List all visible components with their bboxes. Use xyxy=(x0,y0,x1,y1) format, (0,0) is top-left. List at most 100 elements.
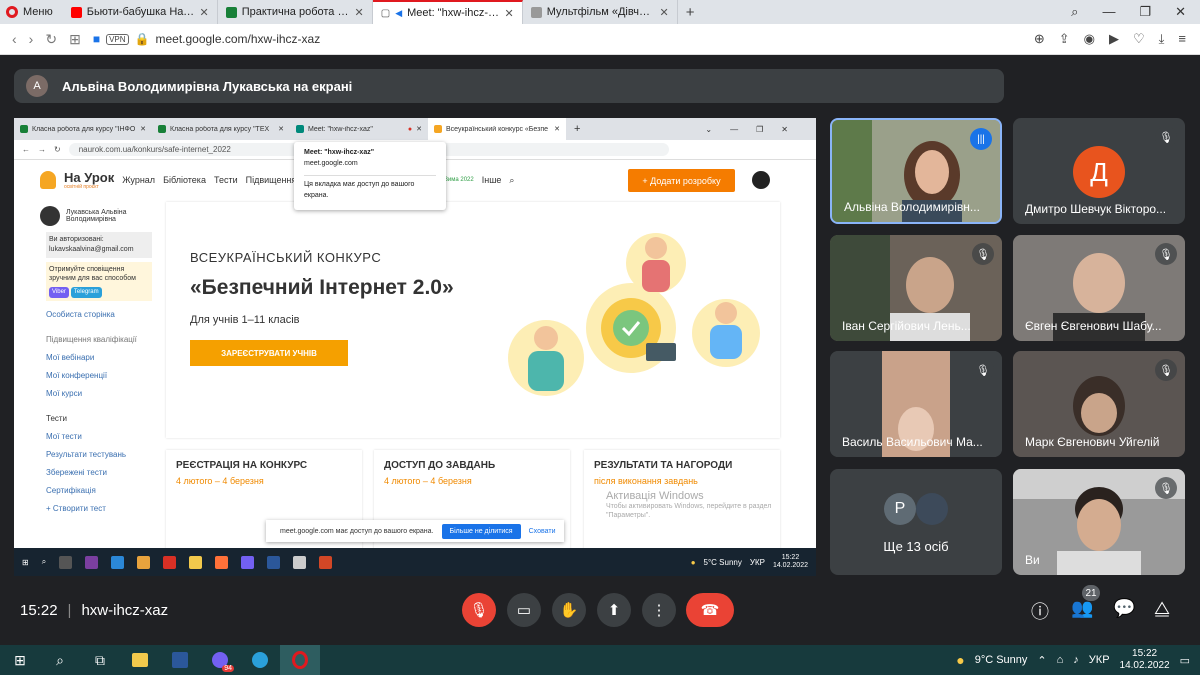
chrome-icon xyxy=(137,555,151,569)
window-controls: ⌕ — ❐ ✕ xyxy=(1071,4,1200,20)
presenter-avatar: А xyxy=(26,75,48,97)
people-icon[interactable]: 👥 xyxy=(1071,598,1093,619)
volume-icon[interactable]: ♪ xyxy=(1073,654,1079,666)
tab-title: Мультфільм «Дівчата з Ек xyxy=(546,6,655,18)
classroom-icon xyxy=(158,125,166,133)
firefox-icon xyxy=(215,555,229,569)
new-tab-icon: + xyxy=(574,123,581,135)
close-icon[interactable]: ✕ xyxy=(660,6,669,19)
opera-logo-icon xyxy=(6,6,18,18)
taskbar-app[interactable] xyxy=(160,645,200,675)
close-icon[interactable]: ✕ xyxy=(200,6,209,19)
grid-icon[interactable]: ⊞ xyxy=(69,31,81,48)
browser-tab-active[interactable]: ▢ ◀ Meet: "hxw-ihcz-xaz" ✕ xyxy=(372,0,523,24)
participant-tile[interactable]: 🎙 Євген Євгенович Шабу... xyxy=(1013,235,1185,341)
hover-card-domain: meet.google.com xyxy=(304,159,358,167)
present-button[interactable]: ⬆ xyxy=(597,593,631,627)
close-icon[interactable]: ✕ xyxy=(505,7,514,20)
shared-tab-bar: Класна робота для курсу "ІНФО ✕ Класна ро… xyxy=(14,118,816,140)
activities-icon[interactable]: ⧋ xyxy=(1154,598,1170,619)
notification-icon[interactable]: ▭ xyxy=(1180,654,1190,667)
participant-name: Дмитро Шевчук Вікторо... xyxy=(1025,202,1167,216)
shared-tab: Всеукраїнський конкурс «Безпе ✕ xyxy=(428,118,566,140)
opera-icon xyxy=(292,651,308,669)
participant-count-badge: 21 xyxy=(1082,585,1100,601)
forward-icon: → xyxy=(38,145,46,154)
vpn-badge[interactable]: VPN xyxy=(106,33,129,45)
nav-link: Тести xyxy=(213,175,238,185)
info-icon[interactable]: ⓘ xyxy=(1031,598,1049,624)
courses-link: Мої курси xyxy=(46,388,83,398)
browser-tab[interactable]: Мультфільм «Дівчата з Ек ✕ xyxy=(523,0,678,24)
participant-tile[interactable]: ||| Альвіна Володимирівн... xyxy=(830,118,1002,224)
participant-tile[interactable]: 🎙 Іван Сергійович Лень... xyxy=(830,235,1002,341)
camera-toggle-button[interactable]: ▭ xyxy=(507,593,541,627)
powerpoint-icon xyxy=(319,555,333,569)
taskbar-app[interactable] xyxy=(240,645,280,675)
zoom-icon[interactable]: ⊕ xyxy=(1034,31,1045,47)
shared-tray: ● 5°C Sunny УКР 15:22 14.02.2022 xyxy=(691,554,816,571)
hide-notice-button: Сховати xyxy=(528,527,556,535)
browser-tab[interactable]: Практична робота №4 ✕ xyxy=(218,0,373,24)
weather-text[interactable]: 9°C Sunny xyxy=(975,654,1028,666)
opera-menu-button[interactable]: Меню xyxy=(0,0,63,24)
chat-icon[interactable]: 💬 xyxy=(1113,598,1135,619)
clock[interactable]: 15:22 14.02.2022 xyxy=(1120,648,1170,672)
language-indicator[interactable]: УКР xyxy=(1089,654,1110,666)
extension-icon[interactable]: ▶ xyxy=(1109,31,1119,47)
share-icon[interactable]: ⇪ xyxy=(1059,31,1070,47)
user-name: Лукавська Альвіна Володимирівна xyxy=(66,209,127,223)
chevron-up-icon[interactable]: ⌃ xyxy=(1037,654,1046,667)
taskbar-app[interactable] xyxy=(120,645,160,675)
self-tile[interactable]: 🎙 Ви xyxy=(1013,469,1185,575)
folder-icon xyxy=(132,653,148,667)
app-icon xyxy=(85,555,99,569)
network-icon[interactable]: ⌂ xyxy=(1057,654,1064,666)
taskbar-app[interactable]: 94 xyxy=(200,645,240,675)
create-test-link: + Створити тест xyxy=(46,503,106,513)
leave-call-button[interactable]: ☎ xyxy=(686,593,734,627)
heart-icon[interactable]: ♡ xyxy=(1133,31,1145,47)
viber-badge: 94 xyxy=(222,665,234,672)
participant-avatar-photo xyxy=(916,493,948,525)
windows-start-icon[interactable]: ⊞ xyxy=(0,645,40,675)
menu-label: Меню xyxy=(23,6,53,18)
hand-icon: ✋ xyxy=(559,602,579,619)
reload-icon[interactable]: ↻ xyxy=(45,31,57,48)
participant-name: Іван Сергійович Лень... xyxy=(842,319,971,333)
stop-sharing-button: Більше не ділитися xyxy=(441,523,521,539)
menu-icon[interactable]: ≡ xyxy=(1178,31,1186,47)
nav-winter: Зима 2022 xyxy=(444,177,474,183)
url-field[interactable]: ■ VPN 🔒 meet.google.com/hxw-ihcz-xaz xyxy=(93,32,320,46)
browser-tab[interactable]: Бьюти-бабушка Наталья ✕ xyxy=(63,0,218,24)
participant-tile[interactable]: 🎙 Марк Євгенович Уйгелій xyxy=(1013,351,1185,457)
system-tray: ● 9°C Sunny ⌃ ⌂ ♪ УКР 15:22 14.02.2022 ▭ xyxy=(956,648,1200,672)
card-title: РЕЄСТРАЦІЯ НА КОНКУРС xyxy=(176,460,308,471)
tab-group-icon: ▢ xyxy=(380,7,391,19)
minimize-icon[interactable]: — xyxy=(1102,4,1115,20)
taskbar-app[interactable] xyxy=(280,645,320,675)
nav-link: Журнал xyxy=(122,175,156,185)
search-icon[interactable]: ⌕ xyxy=(40,645,80,675)
back-icon[interactable]: ‹ xyxy=(12,31,17,47)
raise-hand-button[interactable]: ✋ xyxy=(552,593,586,627)
forward-icon[interactable]: › xyxy=(29,31,34,47)
tab-title: Практична робота №4 xyxy=(241,6,350,18)
more-options-button[interactable]: ⋮ xyxy=(642,593,676,627)
close-window-icon[interactable]: ✕ xyxy=(1175,4,1186,20)
download-icon[interactable]: ⤓ xyxy=(1159,31,1165,47)
new-tab-button[interactable]: + xyxy=(678,4,703,21)
youtube-icon xyxy=(70,6,82,18)
taskview-icon[interactable]: ⧉ xyxy=(80,645,120,675)
restore-icon[interactable]: ❐ xyxy=(1139,4,1151,20)
mic-toggle-button[interactable]: 🎙 xyxy=(462,593,496,627)
window-controls-icon: ⌄—❐✕ xyxy=(705,124,806,134)
mic-off-icon: 🎙 xyxy=(972,359,994,381)
close-icon[interactable]: ✕ xyxy=(355,6,364,19)
participant-tile[interactable]: 🎙 Василь Васильович Ма... xyxy=(830,351,1002,457)
more-participants-tile[interactable]: Р Ще 13 осіб xyxy=(830,469,1002,575)
snapshot-icon[interactable]: ◉ xyxy=(1084,31,1095,47)
search-icon[interactable]: ⌕ xyxy=(1071,4,1078,20)
participant-tile[interactable]: Д 🎙 Дмитро Шевчук Вікторо... xyxy=(1013,118,1185,224)
hero-title: «Безпечний Інтернет 2.0» xyxy=(190,276,454,299)
